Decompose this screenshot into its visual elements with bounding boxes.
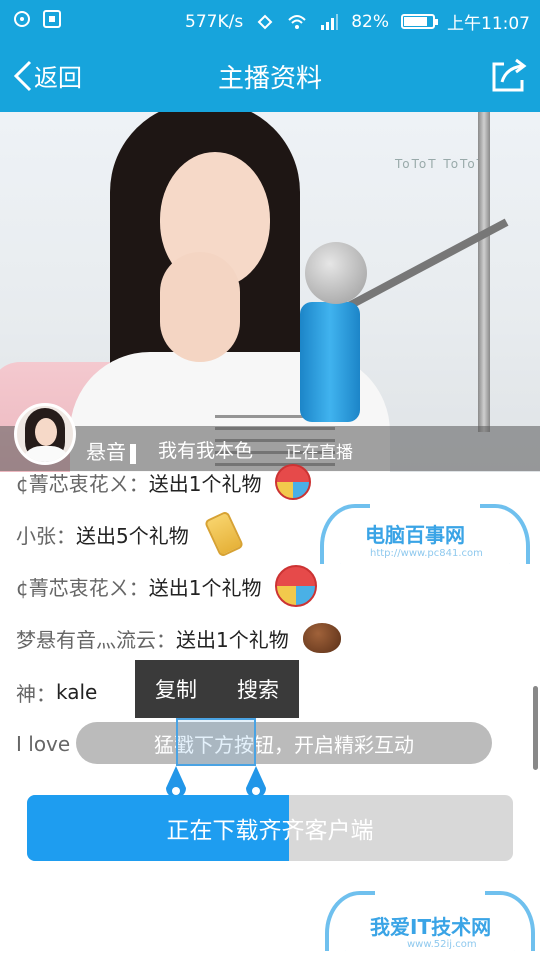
status-bar: 577K/s 82% 上午11:07 bbox=[0, 0, 540, 38]
nav-bar: 返回 主播资料 bbox=[0, 38, 540, 112]
watermark-url: http://www.pc841.com bbox=[370, 548, 483, 559]
page-title: 主播资料 bbox=[217, 64, 322, 94]
scrollbar[interactable] bbox=[533, 686, 538, 770]
chat-user: ¢菁芯衷花ㄨ bbox=[16, 471, 129, 496]
streamer-name: 悬音 bbox=[86, 436, 136, 465]
phone-gift-icon bbox=[203, 510, 244, 558]
share-icon[interactable] bbox=[488, 56, 528, 96]
download-button[interactable]: 正在下载齐齐客户端 bbox=[27, 795, 513, 861]
watermark-title: 电脑百事网 bbox=[365, 523, 465, 547]
copy-menu-item[interactable]: 复制 bbox=[135, 660, 217, 718]
wing-icon bbox=[480, 504, 530, 564]
wall-sign: ToToT ToToT bbox=[395, 157, 487, 171]
chat-user: ¢菁芯衷花ㄨ bbox=[16, 575, 129, 600]
interaction-hint: 猛戳下方按钮，开启精彩互动 bbox=[76, 722, 492, 764]
microphone-body bbox=[300, 302, 360, 422]
chat-text: 送出5个礼物 bbox=[76, 523, 189, 548]
watermark-logo: 我爱IT技术网 www.52ij.com bbox=[325, 885, 535, 955]
streamer-motto: 我有我本色 bbox=[158, 440, 254, 462]
chat-user: 梦悬有音灬流云 bbox=[16, 627, 156, 652]
ball-gift-icon bbox=[275, 565, 318, 607]
chat-user: 小张 bbox=[16, 523, 56, 548]
search-menu-item[interactable]: 搜索 bbox=[217, 660, 299, 718]
streamer-photo: ToToT ToToT bbox=[0, 112, 540, 472]
chat-text: 送出1个礼物 bbox=[176, 627, 289, 652]
ball-gift-icon bbox=[275, 464, 312, 500]
context-menu: 复制 搜索 bbox=[135, 660, 299, 718]
chat-message: 梦悬有音灬流云：送出1个礼物 bbox=[16, 618, 341, 658]
chat-text: kale bbox=[56, 680, 98, 704]
notification-icon bbox=[14, 11, 30, 27]
wifi-icon bbox=[288, 14, 306, 29]
screenshot-icon bbox=[43, 10, 61, 28]
live-status-badge: 正在直播 bbox=[285, 443, 353, 463]
download-label: 正在下载齐齐客户端 bbox=[166, 818, 374, 844]
microphone-head bbox=[305, 242, 367, 304]
chat-message: ¢菁芯衷花ㄨ：送出1个礼物 bbox=[16, 565, 318, 607]
chocolate-gift-icon bbox=[302, 623, 341, 653]
signal-icon bbox=[321, 13, 339, 30]
text-selection bbox=[176, 718, 256, 766]
chat-message: I love bbox=[16, 724, 70, 764]
avatar[interactable] bbox=[14, 403, 76, 465]
rotate-icon bbox=[257, 14, 273, 29]
network-speed: 577K/s bbox=[185, 11, 244, 32]
watermark-url: www.52ij.com bbox=[407, 939, 477, 950]
streamer-hand bbox=[160, 252, 240, 362]
chat-user: I love bbox=[16, 732, 71, 756]
chat-message: ¢菁芯衷花ㄨ：送出1个礼物 bbox=[16, 462, 312, 502]
battery-percent: 82% bbox=[351, 11, 389, 32]
mic-pole bbox=[478, 112, 490, 432]
wing-icon bbox=[320, 504, 370, 564]
chat-user: 神 bbox=[16, 681, 36, 706]
chat-text: 送出1个礼物 bbox=[148, 575, 262, 600]
chat-message: 小张：送出5个礼物 bbox=[16, 510, 244, 558]
chat-message: 神： kale bbox=[16, 672, 97, 712]
wing-icon bbox=[325, 891, 375, 951]
clock: 上午11:07 bbox=[447, 14, 530, 34]
watermark-logo: 电脑百事网 http://www.pc841.com bbox=[320, 496, 530, 576]
chat-text: 送出1个礼物 bbox=[148, 471, 262, 496]
battery-icon bbox=[401, 14, 438, 29]
watermark-title: 我爱IT技术网 bbox=[370, 915, 492, 939]
wing-icon bbox=[485, 891, 535, 951]
text-cursor bbox=[130, 443, 136, 464]
